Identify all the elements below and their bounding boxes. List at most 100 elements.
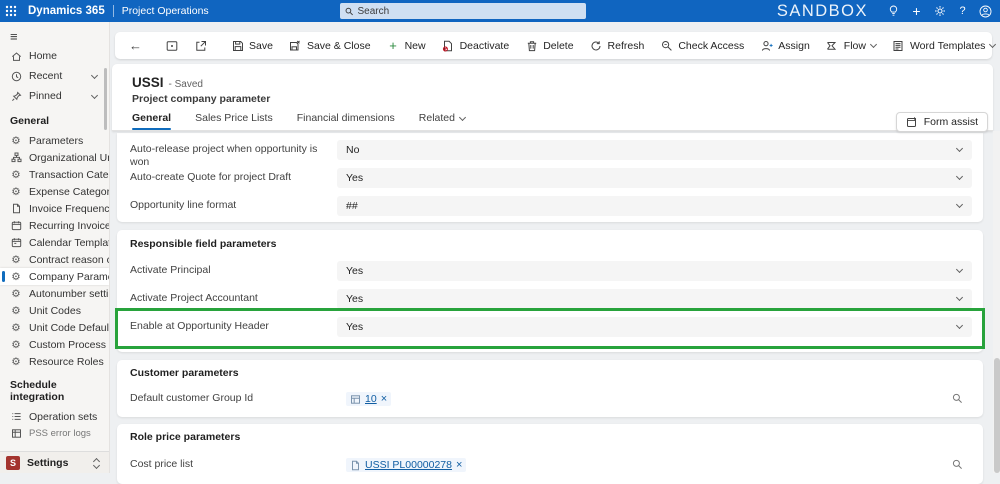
check-access-label: Check Access bbox=[678, 40, 744, 52]
sidebar-item-transaction-categories[interactable]: ⚙ Transaction Categ... bbox=[0, 166, 109, 183]
lookup-value-link[interactable]: USSI PL00000278 bbox=[365, 459, 452, 471]
vertical-scrollbar-track[interactable] bbox=[993, 131, 1000, 473]
assign-button[interactable]: Assign bbox=[753, 35, 817, 56]
environment-badge[interactable]: SANDBOX bbox=[777, 2, 868, 21]
refresh-label: Refresh bbox=[608, 40, 645, 52]
sidebar-item-home[interactable]: Home bbox=[0, 46, 109, 66]
form-assist-button[interactable]: Form assist bbox=[896, 112, 988, 132]
sidebar-item-operation-sets[interactable]: Operation sets bbox=[0, 408, 109, 425]
lookup-search-icon[interactable] bbox=[952, 393, 963, 404]
tab-related[interactable]: Related bbox=[419, 106, 465, 130]
tab-sales-price-lists[interactable]: Sales Price Lists bbox=[195, 106, 273, 130]
section-title: Customer parameters bbox=[130, 367, 239, 379]
refresh-button[interactable]: Refresh bbox=[583, 35, 652, 56]
list-icon bbox=[10, 411, 22, 423]
deactivate-button[interactable]: Deactivate bbox=[435, 35, 517, 56]
field-label: Auto-create Quote for project Draft bbox=[130, 168, 337, 184]
sidebar-item-recent[interactable]: Recent bbox=[0, 66, 109, 86]
field-auto-release-project-dropdown[interactable]: No bbox=[337, 140, 972, 160]
cog-icon: ⚙ bbox=[10, 254, 22, 266]
sidebar-item-label: Transaction Categ... bbox=[29, 169, 110, 181]
field-value: Yes bbox=[346, 172, 363, 184]
cog-icon: ⚙ bbox=[10, 339, 22, 351]
sidebar-item-organizational-units[interactable]: Organizational Un... bbox=[0, 149, 109, 166]
field-auto-create-quote-dropdown[interactable]: Yes bbox=[337, 168, 972, 188]
sidebar-item-unit-codes[interactable]: ⚙ Unit Codes bbox=[0, 302, 109, 319]
flow-button[interactable]: Flow bbox=[819, 35, 883, 56]
new-button[interactable]: + New bbox=[380, 35, 433, 56]
sidebar-area-switcher-settings[interactable]: S Settings bbox=[0, 451, 109, 473]
area-switcher-chevrons-icon bbox=[94, 457, 99, 468]
price-list-doc-icon bbox=[350, 460, 361, 471]
sidebar-item-pss-error-logs-clipped[interactable]: PSS error logs bbox=[0, 425, 109, 441]
field-default-customer-group-lookup[interactable]: 10 × bbox=[337, 389, 972, 409]
word-templates-button[interactable]: Word Templates bbox=[885, 35, 1000, 56]
sidebar-item-contract-reason[interactable]: ⚙ Contract reason c... bbox=[0, 251, 109, 268]
settings-gear-icon[interactable] bbox=[928, 0, 951, 22]
field-value: Yes bbox=[346, 293, 363, 305]
sidebar-item-expense-categories[interactable]: ⚙ Expense Categories bbox=[0, 183, 109, 200]
open-in-new-window-button[interactable] bbox=[187, 35, 214, 56]
field-label: Auto-release project when opportunity is… bbox=[130, 140, 337, 169]
lookup-search-icon[interactable] bbox=[952, 459, 963, 470]
remove-value-icon[interactable]: × bbox=[456, 460, 462, 471]
cog-icon: ⚙ bbox=[10, 322, 22, 334]
field-activate-principal-dropdown[interactable]: Yes bbox=[337, 261, 972, 281]
sidebar-item-label: Expense Categories bbox=[29, 186, 110, 198]
account-avatar-icon[interactable] bbox=[974, 0, 997, 22]
field-activate-project-accountant-dropdown[interactable]: Yes bbox=[337, 289, 972, 309]
field-value: Yes bbox=[346, 321, 363, 333]
new-label: New bbox=[405, 40, 426, 52]
lookup-value-link[interactable]: 10 bbox=[365, 393, 377, 405]
check-access-button[interactable]: Check Access bbox=[653, 35, 751, 56]
sidebar-item-label: Pinned bbox=[29, 90, 62, 102]
field-label: Cost price list bbox=[130, 455, 337, 471]
field-value: No bbox=[346, 144, 359, 156]
vertical-scrollbar-thumb[interactable] bbox=[994, 358, 1000, 473]
app-name[interactable]: Project Operations bbox=[122, 5, 209, 17]
save-icon bbox=[231, 39, 244, 52]
sidebar-item-label: Operation sets bbox=[29, 411, 97, 423]
app-launcher-waffle-icon[interactable] bbox=[0, 0, 22, 22]
delete-button[interactable]: Delete bbox=[518, 35, 580, 56]
global-search[interactable] bbox=[340, 3, 586, 19]
sidebar-item-label: Custom Process E... bbox=[29, 339, 110, 351]
remove-value-icon[interactable]: × bbox=[381, 394, 387, 405]
lightbulb-icon[interactable] bbox=[882, 0, 905, 22]
sidebar-item-calendar-templates[interactable]: Calendar Templates bbox=[0, 234, 109, 251]
sidebar-item-parameters[interactable]: ⚙ Parameters bbox=[0, 132, 109, 149]
side-panel-button[interactable] bbox=[158, 35, 185, 56]
plus-icon: + bbox=[387, 39, 400, 52]
sidebar-item-label: Contract reason c... bbox=[29, 254, 110, 266]
field-enable-at-opportunity-header-dropdown[interactable]: Yes bbox=[337, 317, 972, 337]
form-section-role-price-parameters: Role price parameters Cost price list US… bbox=[117, 424, 983, 484]
sidebar-item-label: Autonumber setti... bbox=[29, 288, 110, 300]
quick-create-plus-icon[interactable]: + bbox=[905, 0, 928, 22]
sitemap-collapse-icon[interactable]: ≡ bbox=[10, 29, 26, 44]
sidebar-item-recurring-invoice[interactable]: Recurring Invoice ... bbox=[0, 217, 109, 234]
help-icon[interactable]: ? bbox=[951, 0, 974, 22]
chevron-down-icon bbox=[91, 91, 98, 98]
brand-title[interactable]: Dynamics 365 bbox=[28, 5, 105, 17]
tab-general[interactable]: General bbox=[132, 106, 171, 130]
tab-financial-dimensions[interactable]: Financial dimensions bbox=[297, 106, 395, 130]
sidebar-item-pinned[interactable]: Pinned bbox=[0, 86, 109, 106]
field-label: Activate Principal bbox=[130, 261, 337, 277]
back-button[interactable]: ← bbox=[123, 38, 148, 53]
sidebar-item-label: Resource Roles bbox=[29, 356, 104, 368]
search-input[interactable] bbox=[358, 6, 581, 17]
tab-label: Related bbox=[419, 112, 455, 124]
sidebar-item-unit-code-defaults[interactable]: ⚙ Unit Code Default... bbox=[0, 319, 109, 336]
sidebar-item-custom-process[interactable]: ⚙ Custom Process E... bbox=[0, 336, 109, 353]
sidebar-scrollbar-thumb[interactable] bbox=[104, 68, 107, 130]
save-button[interactable]: Save bbox=[224, 35, 280, 56]
field-cost-price-list-lookup[interactable]: USSI PL00000278 × bbox=[337, 455, 972, 475]
sidebar-item-company-parameters-selected[interactable]: ⚙ Company Parame... bbox=[0, 268, 109, 285]
trash-icon bbox=[525, 39, 538, 52]
sidebar-item-resource-roles[interactable]: ⚙ Resource Roles bbox=[0, 353, 109, 370]
sidebar-item-autonumber-settings[interactable]: ⚙ Autonumber setti... bbox=[0, 285, 109, 302]
save-and-close-button[interactable]: Save & Close bbox=[282, 35, 378, 56]
sidebar-item-invoice-frequencies[interactable]: Invoice Frequencies bbox=[0, 200, 109, 217]
field-opportunity-line-format-dropdown[interactable]: ## bbox=[337, 196, 972, 216]
chevron-down-icon bbox=[459, 113, 466, 120]
